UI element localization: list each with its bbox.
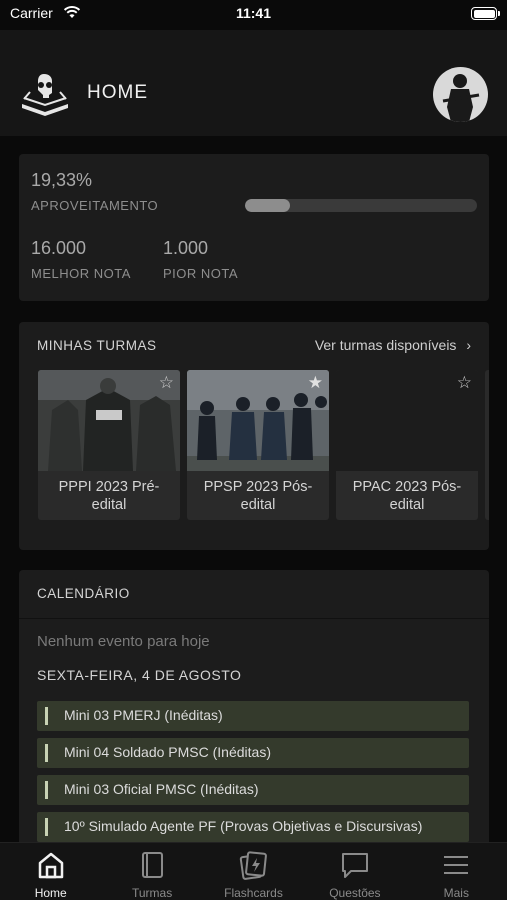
section-title-turmas: MINHAS TURMAS [37, 338, 157, 353]
tab-mais[interactable]: Mais [406, 843, 507, 900]
event-marker [45, 744, 48, 762]
status-bar: Carrier 11:41 [0, 0, 507, 30]
course-name: PPPI 2023 Pré-edital [58, 479, 160, 513]
ver-turmas-link[interactable]: Ver turmas disponíveis › [315, 337, 471, 353]
calendar-event[interactable]: 10º Simulado Agente PF (Provas Objetivas… [37, 812, 469, 842]
course-card[interactable]: ☆ PPPI 2023 Pré-edital [38, 370, 180, 520]
tab-flashcards-label: Flashcards [224, 886, 283, 900]
tab-home[interactable]: Home [0, 843, 101, 900]
course-card[interactable]: ☆ PPAC 2023 Pós-edital [336, 370, 478, 520]
performance-card: 19,33% APROVEITAMENTO 16.000 MELHOR NOTA… [19, 154, 489, 301]
section-title-calendario: CALENDÁRIO [37, 586, 130, 601]
clock: 11:41 [235, 5, 272, 21]
tab-turmas-label: Turmas [131, 886, 173, 900]
battery-icon [471, 7, 500, 20]
tab-turmas[interactable]: Turmas [101, 843, 202, 900]
pior-nota-label: PIOR NOTA [163, 266, 239, 281]
avatar[interactable] [433, 67, 488, 122]
minhas-turmas-card: MINHAS TURMAS Ver turmas disponíveis › ☆… [19, 322, 489, 550]
melhor-nota-label: MELHOR NOTA [31, 266, 131, 281]
page-title: HOME [87, 82, 148, 103]
event-title: Mini 03 Oficial PMSC (Inéditas) [64, 781, 259, 797]
ver-turmas-label: Ver turmas disponíveis [314, 337, 457, 353]
book-icon [142, 852, 164, 878]
calendar-event[interactable]: Mini 03 Oficial PMSC (Inéditas) [37, 775, 469, 805]
aproveitamento-label: APROVEITAMENTO [31, 198, 159, 213]
aproveitamento-progress-bar [245, 199, 477, 212]
skull-logo-icon [22, 74, 68, 116]
menu-icon [444, 856, 469, 874]
soldier-avatar-icon [442, 74, 480, 122]
course-card[interactable]: ★ PPSP 2023 Pós-edital [187, 370, 329, 520]
tab-home-label: Home [34, 886, 67, 900]
course-card-partial [485, 370, 489, 520]
event-marker [45, 781, 48, 799]
home-icon [38, 852, 63, 879]
event-marker [45, 707, 48, 725]
pior-nota-value: 1.000 [163, 238, 209, 258]
event-title: Mini 03 PMERJ (Inéditas) [64, 707, 223, 723]
chevron-right-icon: › [466, 337, 471, 353]
event-title: 10º Simulado Agente PF (Provas Objetivas… [64, 818, 423, 834]
course-name: PPSP 2023 Pós-edital [203, 479, 313, 513]
day-label: SEXTA-FEIRA, 4 DE AGOSTO [37, 667, 242, 683]
no-events-text: Nenhum evento para hoje [37, 633, 210, 650]
calendar-event[interactable]: Mini 04 Soldado PMSC (Inéditas) [37, 738, 469, 768]
calendario-card: CALENDÁRIO Nenhum evento para hoje SEXTA… [19, 570, 489, 870]
aproveitamento-progress-fill [245, 199, 290, 212]
tab-flashcards[interactable]: Flashcards [203, 843, 304, 900]
event-title: Mini 04 Soldado PMSC (Inéditas) [64, 744, 271, 760]
divider [19, 618, 489, 619]
melhor-nota-value: 16.000 [31, 238, 87, 258]
favorite-star-icon[interactable]: ☆ [457, 373, 472, 393]
tab-questoes-label: Questões [329, 886, 381, 900]
calendar-event[interactable]: Mini 03 PMERJ (Inéditas) [37, 701, 469, 731]
flashcards-icon [240, 851, 268, 880]
tab-questoes[interactable]: Questões [304, 843, 405, 900]
favorite-star-icon[interactable]: ★ [308, 373, 323, 393]
tab-mais-label: Mais [443, 886, 469, 900]
favorite-star-icon[interactable]: ☆ [159, 373, 174, 393]
course-name: PPAC 2023 Pós-edital [352, 479, 462, 513]
tab-bar: Home Turmas Flashcards Questões Mais [0, 842, 507, 900]
event-marker [45, 818, 48, 836]
chat-icon [341, 853, 368, 878]
app-header: HOME [0, 30, 507, 136]
aproveitamento-value: 19,33% [31, 170, 93, 190]
